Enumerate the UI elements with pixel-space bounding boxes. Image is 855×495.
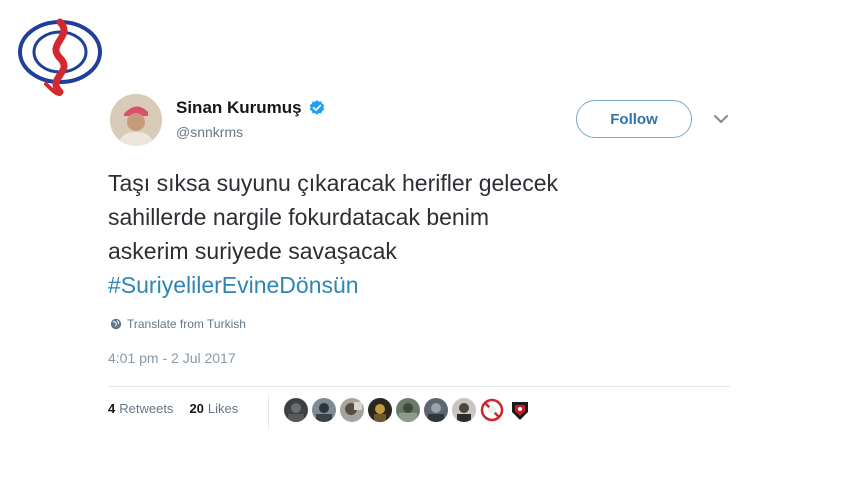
likes-label: Likes [207, 401, 239, 416]
hashtag-link[interactable]: #SuriyelilerEvineDönsün [108, 268, 748, 302]
liker-avatar[interactable] [368, 398, 392, 422]
translate-label[interactable]: Translate from Turkish [127, 317, 246, 331]
globe-icon [110, 318, 122, 330]
user-name-row[interactable]: Sinan Kurumuş [176, 98, 326, 118]
liker-avatar[interactable] [312, 398, 336, 422]
retweets-count: 4 [108, 401, 116, 416]
liker-avatar[interactable] [480, 398, 504, 422]
tweet-stats: 4 Retweets 20 Likes [108, 401, 238, 416]
stats-divider [268, 395, 269, 429]
channel-logo-icon [18, 18, 102, 96]
user-name[interactable]: Sinan Kurumuş [176, 98, 302, 118]
verified-badge-icon [309, 100, 324, 115]
retweets-stat[interactable]: 4 Retweets [108, 401, 173, 416]
follow-button[interactable]: Follow [576, 100, 692, 138]
liker-avatar[interactable] [396, 398, 420, 422]
divider [108, 386, 730, 387]
likers-avatars [284, 398, 532, 422]
liker-avatar[interactable] [340, 398, 364, 422]
retweets-label: Retweets [119, 401, 174, 416]
liker-avatar[interactable] [452, 398, 476, 422]
liker-avatar[interactable] [508, 398, 532, 422]
liker-avatar[interactable] [284, 398, 308, 422]
tweet-line: askerim suriyede savaşacak [108, 238, 397, 264]
user-handle[interactable]: @snnkrms [176, 124, 243, 140]
translate-link[interactable]: Translate from Turkish [110, 317, 246, 331]
chevron-down-icon[interactable] [713, 113, 729, 125]
liker-avatar[interactable] [424, 398, 448, 422]
likes-count: 20 [189, 401, 204, 416]
tweet-line: sahillerde nargile fokurdatacak benim [108, 204, 489, 230]
likes-stat[interactable]: 20 Likes [189, 401, 238, 416]
tweet-text: Taşı sıksa suyunu çıkaracak herifler gel… [108, 166, 748, 302]
tweet-timestamp[interactable]: 4:01 pm - 2 Jul 2017 [108, 350, 236, 366]
tweet-line: Taşı sıksa suyunu çıkaracak herifler gel… [108, 170, 558, 196]
avatar[interactable] [110, 94, 162, 146]
